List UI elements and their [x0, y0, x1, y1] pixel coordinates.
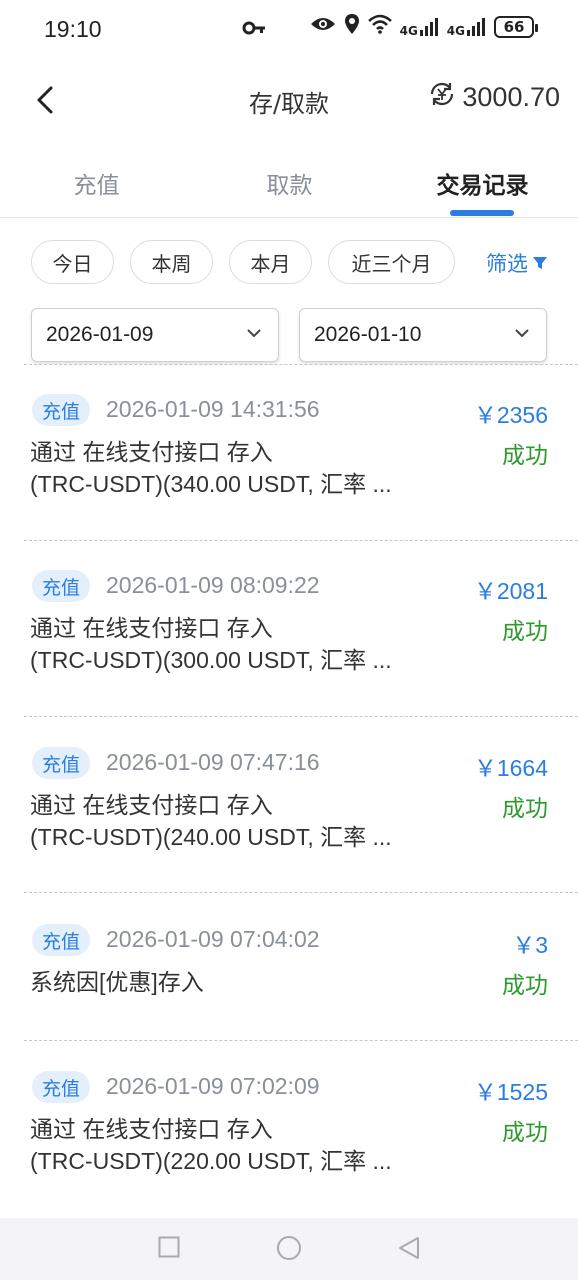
transaction-time: 2026-01-09 07:02:09 [106, 1073, 320, 1099]
location-icon [344, 14, 360, 40]
description-line: (TRC-USDT)(300.00 USDT, 汇率 ... [30, 647, 392, 673]
wifi-icon [367, 14, 392, 40]
date-range: 2026-01-09 2026-01-10 [0, 308, 578, 364]
transaction-time: 2026-01-09 14:31:56 [106, 396, 320, 422]
chevron-down-icon [247, 329, 261, 338]
transaction-description: 通过 在线支付接口 存入 (TRC-USDT)(340.00 USDT, 汇率 … [30, 436, 450, 500]
type-tag: 充值 [32, 570, 91, 602]
transaction-amount: ￥3 [512, 932, 548, 958]
tab-deposit[interactable]: 充值 [0, 166, 193, 200]
tab-transactions[interactable]: 交易记录 [386, 166, 578, 200]
description-line: 通过 在线支付接口 存入 [30, 792, 273, 818]
transaction-amount: ￥2081 [473, 578, 548, 604]
balance-amount: 3000.70 [462, 82, 560, 112]
system-nav-bar [0, 1218, 578, 1280]
description-line: 系统因[优惠]存入 [30, 969, 204, 995]
home-circle-icon[interactable] [276, 1235, 302, 1265]
key-icon [242, 18, 266, 44]
filter-label: 筛选 [486, 252, 528, 276]
chip-this-month[interactable]: 本月 [229, 240, 312, 284]
description-line: 通过 在线支付接口 存入 [30, 1116, 273, 1142]
funnel-icon [533, 257, 547, 269]
transaction-status: 成功 [502, 443, 548, 469]
transaction-amount: ￥1525 [473, 1079, 548, 1105]
transaction-description: 通过 在线支付接口 存入 (TRC-USDT)(240.00 USDT, 汇率 … [30, 789, 450, 853]
type-tag: 充值 [32, 1071, 91, 1103]
transaction-status: 成功 [502, 1120, 548, 1146]
divider [24, 716, 578, 717]
description-line: (TRC-USDT)(340.00 USDT, 汇率 ... [30, 471, 392, 497]
type-tag: 充值 [32, 924, 91, 956]
battery-icon: 66 [494, 16, 538, 38]
transaction-row[interactable]: 充值 2026-01-09 14:31:56 ￥2356 通过 在线支付接口 存… [0, 394, 578, 534]
tab-bar: 充值 取款 交易记录 [0, 150, 578, 218]
transaction-amount: ￥2356 [473, 402, 548, 428]
transaction-time: 2026-01-09 07:47:16 [106, 749, 320, 775]
transaction-description: 通过 在线支付接口 存入 (TRC-USDT)(220.00 USDT, 汇率 … [30, 1113, 450, 1177]
type-tag: 充值 [32, 747, 91, 779]
description-line: 通过 在线支付接口 存入 [30, 615, 273, 641]
chip-last-three-months[interactable]: 近三个月 [328, 240, 455, 284]
transaction-amount: ￥1664 [473, 755, 548, 781]
back-triangle-icon[interactable] [398, 1236, 420, 1264]
filter-button[interactable]: 筛选 [486, 248, 548, 278]
status-time: 19:10 [44, 15, 102, 42]
chevron-down-icon [515, 329, 529, 338]
chip-this-week[interactable]: 本周 [130, 240, 213, 284]
divider [24, 892, 578, 893]
transaction-row[interactable]: 充值 2026-01-09 07:04:02 ￥3 系统因[优惠]存入 成功 [0, 924, 578, 1034]
divider [24, 540, 578, 541]
transaction-time: 2026-01-09 07:04:02 [106, 926, 320, 952]
transaction-time: 2026-01-09 08:09:22 [106, 572, 320, 598]
type-tag: 充值 [32, 394, 91, 426]
tab-indicator [450, 210, 514, 216]
transaction-description: 系统因[优惠]存入 [30, 966, 450, 998]
divider [24, 1040, 578, 1041]
eye-icon [310, 14, 336, 40]
status-icons: 4G 4G 66 [310, 14, 538, 40]
description-line: (TRC-USDT)(240.00 USDT, 汇率 ... [30, 824, 392, 850]
transaction-status: 成功 [502, 796, 548, 822]
transaction-status: 成功 [502, 619, 548, 645]
transaction-description: 通过 在线支付接口 存入 (TRC-USDT)(300.00 USDT, 汇率 … [30, 612, 450, 676]
recents-square-icon[interactable] [158, 1236, 180, 1262]
refresh-balance-icon[interactable] [428, 80, 456, 115]
chip-today[interactable]: 今日 [31, 240, 114, 284]
battery-level: 66 [503, 18, 525, 36]
end-date-value: 2026-01-10 [314, 323, 422, 346]
header: 存/取款 3000.70 [0, 60, 578, 140]
transaction-row[interactable]: 充值 2026-01-09 07:02:09 ￥1525 通过 在线支付接口 存… [0, 1071, 578, 1211]
status-bar: 19:10 4G 4G 66 [0, 0, 578, 58]
signal-icon-2: 4G [447, 17, 486, 37]
description-line: 通过 在线支付接口 存入 [30, 439, 273, 465]
divider [24, 364, 578, 365]
description-line: (TRC-USDT)(220.00 USDT, 汇率 ... [30, 1148, 392, 1174]
end-date-select[interactable]: 2026-01-10 [299, 308, 547, 362]
tab-withdraw[interactable]: 取款 [193, 166, 386, 200]
transaction-row[interactable]: 充值 2026-01-09 07:47:16 ￥1664 通过 在线支付接口 存… [0, 747, 578, 887]
start-date-select[interactable]: 2026-01-09 [31, 308, 279, 362]
transaction-row[interactable]: 充值 2026-01-09 08:09:22 ￥2081 通过 在线支付接口 存… [0, 570, 578, 710]
start-date-value: 2026-01-09 [46, 323, 154, 346]
balance-display[interactable]: 3000.70 [428, 80, 560, 115]
quick-filters: 今日 本周 本月 近三个月 筛选 [0, 240, 578, 286]
transaction-status: 成功 [502, 973, 548, 999]
signal-icon: 4G [400, 17, 439, 37]
